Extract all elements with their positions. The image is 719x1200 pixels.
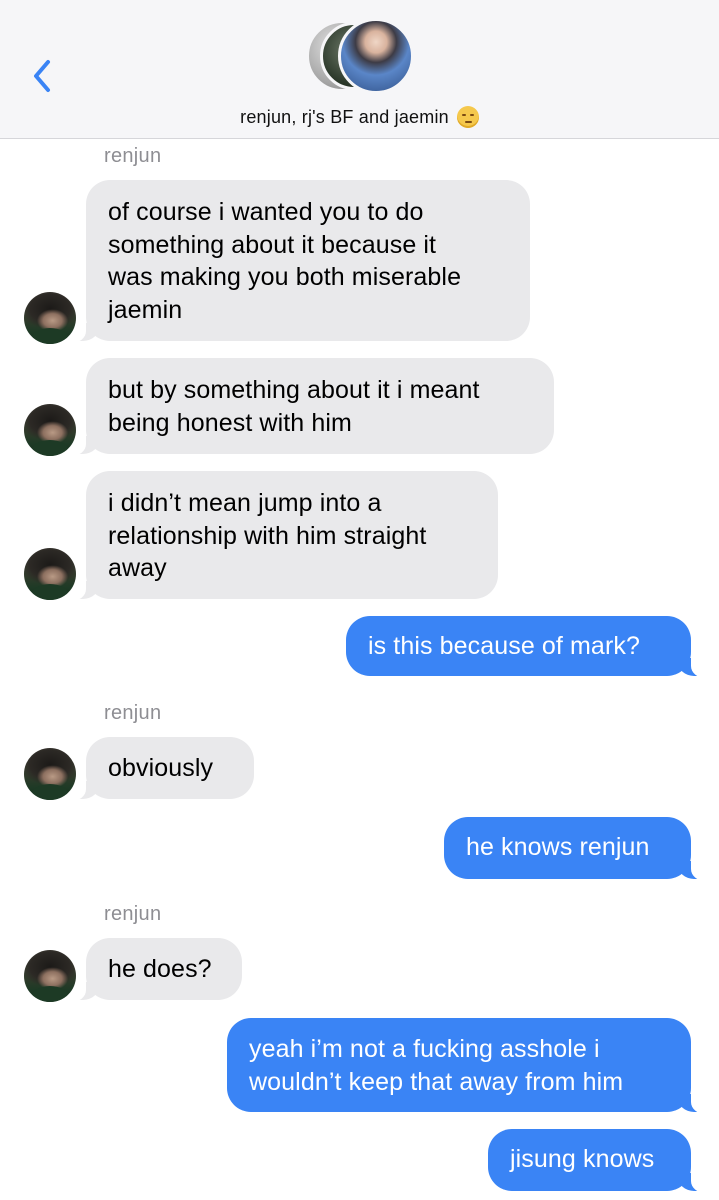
unamused-face-icon (456, 106, 479, 128)
conversation-title-text: renjun, rj's BF and jaemin (240, 107, 449, 127)
sender-avatar[interactable] (24, 404, 76, 456)
group-avatar-stack[interactable] (306, 18, 416, 96)
message-text: he does? (108, 955, 212, 983)
outgoing-message-bubble[interactable]: is this because of mark? (346, 616, 717, 678)
sender-avatar[interactable] (24, 748, 76, 800)
message-text: i didn’t mean jump into a relationship w… (108, 489, 427, 582)
message-text: obviously (108, 754, 214, 782)
sender-avatar[interactable] (24, 950, 76, 1002)
message-text: yeah i’m not a fucking asshole i wouldn’… (249, 1035, 624, 1096)
back-button[interactable] (26, 56, 62, 96)
message-text: but by something about it i meant being … (108, 376, 480, 437)
incoming-message-bubble[interactable]: but by something about it i meant being … (60, 358, 554, 456)
sender-name: renjun (104, 903, 162, 925)
conversation-header: renjun, rj's BF and jaemin (0, 0, 719, 139)
sender-name: renjun (104, 702, 162, 724)
message-text: jisung knows (510, 1145, 655, 1173)
chevron-left-icon (34, 60, 50, 92)
incoming-message-bubble[interactable]: obviously (60, 737, 254, 801)
message-text: is this because of mark? (368, 632, 640, 660)
outgoing-message-bubble[interactable]: yeah i’m not a fucking asshole i wouldn’… (227, 1018, 717, 1114)
conversation-title[interactable]: renjun, rj's BF and jaemin (0, 106, 719, 128)
sender-name: renjun (104, 145, 162, 167)
outgoing-message-bubble[interactable]: he knows renjun (444, 817, 717, 881)
message-text: he knows renjun (466, 833, 650, 861)
incoming-message-bubble[interactable]: i didn’t mean jump into a relationship w… (60, 471, 498, 601)
message-text: of course i wanted you to do something a… (108, 198, 462, 324)
outgoing-message-bubble[interactable]: jisung knows (488, 1129, 717, 1193)
sender-avatar[interactable] (24, 548, 76, 600)
incoming-message-bubble[interactable]: of course i wanted you to do something a… (60, 180, 530, 343)
sender-avatar[interactable] (24, 292, 76, 344)
group-member-avatar (338, 18, 414, 94)
incoming-message-bubble[interactable]: he does? (60, 938, 242, 1002)
